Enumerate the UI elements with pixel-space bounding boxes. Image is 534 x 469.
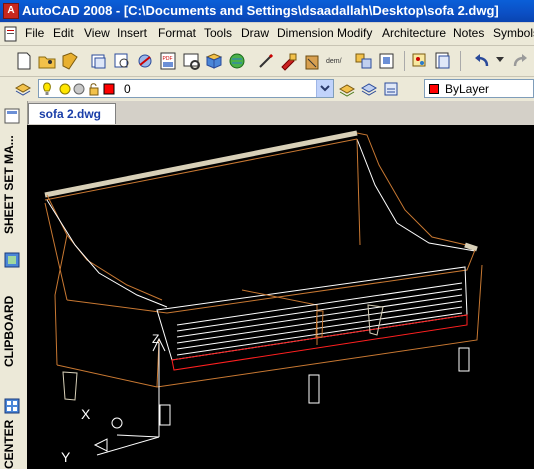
ucs-icon xyxy=(93,337,166,456)
seat-back-line xyxy=(66,249,476,314)
svg-text:dem/: dem/ xyxy=(326,58,342,65)
leg-front-left xyxy=(62,371,78,401)
menu-edit[interactable]: Edit xyxy=(53,26,74,40)
current-layer-name: 0 xyxy=(124,82,131,96)
ucs-x-label: X xyxy=(81,406,91,422)
toolbar-separator xyxy=(404,51,405,71)
color-value: ByLayer xyxy=(445,82,490,96)
svg-text:PDF: PDF xyxy=(163,56,173,62)
sheet-set-manager-tab[interactable]: SHEET SET MA... xyxy=(2,129,24,241)
seat-front-red-line xyxy=(171,314,468,371)
clipboard-tab[interactable]: CLIPBOARD xyxy=(2,291,24,371)
new-icon[interactable] xyxy=(14,51,34,71)
title-bar: A AutoCAD 2008 - [C:\Documents and Setti… xyxy=(0,0,534,22)
design-center-tab[interactable]: CENTER xyxy=(2,420,24,469)
print-icon[interactable] xyxy=(89,51,109,71)
ucs-z-label: Z xyxy=(152,332,159,346)
menu-dimension[interactable]: Dimension xyxy=(277,26,334,40)
base-frame-right xyxy=(56,264,483,388)
undo-dropdown-arrow-icon[interactable] xyxy=(496,57,504,63)
palette-menu-icon[interactable] xyxy=(3,107,21,125)
cushion-divider xyxy=(241,289,318,345)
layer-state-icons xyxy=(43,82,115,96)
open-icon[interactable] xyxy=(37,51,57,71)
3d-dwf-icon[interactable] xyxy=(204,51,224,71)
menu-architecture[interactable]: Architecture xyxy=(382,26,446,40)
toolbar-separator xyxy=(460,51,461,71)
menu-draw[interactable]: Draw xyxy=(241,26,269,40)
standard-toolbar: PDF dem/ xyxy=(0,46,534,77)
leg-back-right xyxy=(458,347,470,372)
menu-symbols[interactable]: Symbols xyxy=(493,26,534,40)
copy-icon[interactable] xyxy=(279,51,299,71)
right-arm-inner xyxy=(356,138,476,252)
redo-icon[interactable] xyxy=(510,51,530,71)
layers-manager-icon[interactable] xyxy=(410,51,430,71)
tab-sofa-2-dwg[interactable]: sofa 2.dwg xyxy=(28,103,116,124)
paste-icon[interactable] xyxy=(302,51,322,71)
menu-bar: File Edit View Insert Format Tools Draw … xyxy=(0,23,534,46)
tool-palettes-strip: SHEET SET MA... CLIPBOARD CENTER xyxy=(0,101,28,469)
color-control-dropdown[interactable]: ByLayer xyxy=(424,79,534,98)
ucs-y-label: Y xyxy=(61,449,71,465)
design-center-icon[interactable] xyxy=(3,397,21,415)
globe-icon[interactable] xyxy=(227,51,247,71)
right-arm-cap xyxy=(464,242,478,252)
leg-front-center xyxy=(159,404,171,426)
menu-modify[interactable]: Modify xyxy=(337,26,372,40)
color-swatch xyxy=(429,84,439,94)
layer-dropdown-arrow[interactable] xyxy=(316,80,333,97)
save-icon[interactable] xyxy=(60,51,80,71)
layer-properties-icon[interactable] xyxy=(382,80,400,98)
menu-file[interactable]: File xyxy=(25,26,44,40)
backrest-top-rail xyxy=(44,130,358,198)
layer-previous-icon[interactable] xyxy=(360,80,378,98)
sheet-icon[interactable] xyxy=(377,51,397,71)
autocad-logo-icon[interactable]: A xyxy=(3,3,19,19)
document-icon[interactable] xyxy=(4,26,18,42)
clipboard-palette-icon[interactable] xyxy=(3,251,21,269)
drawing-canvas[interactable]: X Y Z xyxy=(27,125,534,469)
menu-format[interactable]: Format xyxy=(158,26,196,40)
cut-icon[interactable] xyxy=(256,51,276,71)
match-properties-icon[interactable]: dem/ xyxy=(325,51,345,71)
sofa-wireframe-drawing: X Y Z xyxy=(44,130,483,465)
publish-icon[interactable] xyxy=(135,51,155,71)
window-title: AutoCAD 2008 - [C:\Documents and Setting… xyxy=(22,3,499,18)
print-preview-icon[interactable] xyxy=(112,51,132,71)
leg-front-right xyxy=(308,374,320,404)
pdf-export-icon[interactable]: PDF xyxy=(158,51,178,71)
menu-insert[interactable]: Insert xyxy=(117,26,147,40)
layer-states-icon[interactable] xyxy=(14,80,32,98)
make-current-layer-icon[interactable] xyxy=(338,80,356,98)
undo-icon[interactable] xyxy=(472,51,492,71)
right-arm-profile xyxy=(356,132,476,248)
layer-dropdown[interactable]: 0 xyxy=(38,79,334,98)
menu-tools[interactable]: Tools xyxy=(204,26,232,40)
sheet-set-icon[interactable] xyxy=(433,51,453,71)
plot-icon[interactable] xyxy=(181,51,201,71)
chevron-down-icon xyxy=(320,85,330,92)
menu-view[interactable]: View xyxy=(84,26,110,40)
right-back-post xyxy=(356,138,361,246)
menu-notes[interactable]: Notes xyxy=(453,26,484,40)
backrest-edge xyxy=(44,138,358,201)
block-editor-icon[interactable] xyxy=(354,51,374,71)
